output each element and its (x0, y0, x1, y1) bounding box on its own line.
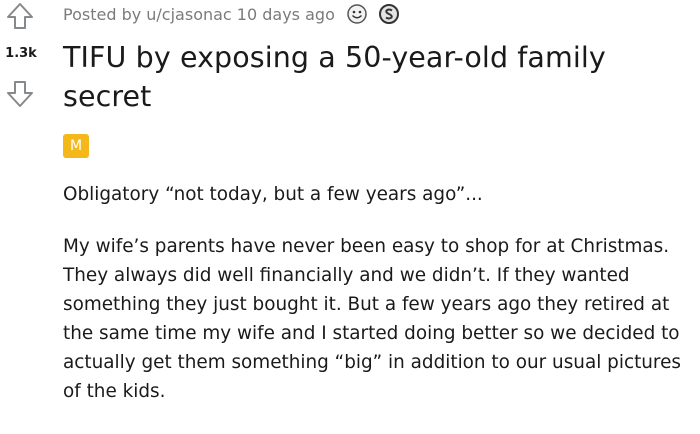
post-body: Obligatory “not today, but a few years a… (63, 180, 698, 406)
post-content: Posted by u/cjasonac 10 days ago TIFU by… (63, 0, 698, 406)
upvote-button[interactable] (4, 0, 36, 32)
vote-score: 1.3k (5, 46, 37, 61)
post-meta: Posted by u/cjasonac 10 days ago (63, 0, 698, 28)
downvote-button[interactable] (4, 78, 36, 110)
downvote-arrow-icon (7, 81, 33, 107)
silver-award-icon[interactable] (377, 2, 401, 26)
post-byline[interactable]: Posted by u/cjasonac 10 days ago (63, 5, 335, 24)
post-paragraph: Obligatory “not today, but a few years a… (63, 184, 483, 205)
upvote-arrow-icon (7, 3, 33, 29)
post-flair[interactable]: M (63, 134, 89, 158)
post-paragraph: My wife’s parents have never been easy t… (63, 236, 681, 402)
post-title[interactable]: TIFU by exposing a 50-year-old family se… (63, 38, 698, 116)
smiley-award-icon[interactable] (345, 2, 369, 26)
